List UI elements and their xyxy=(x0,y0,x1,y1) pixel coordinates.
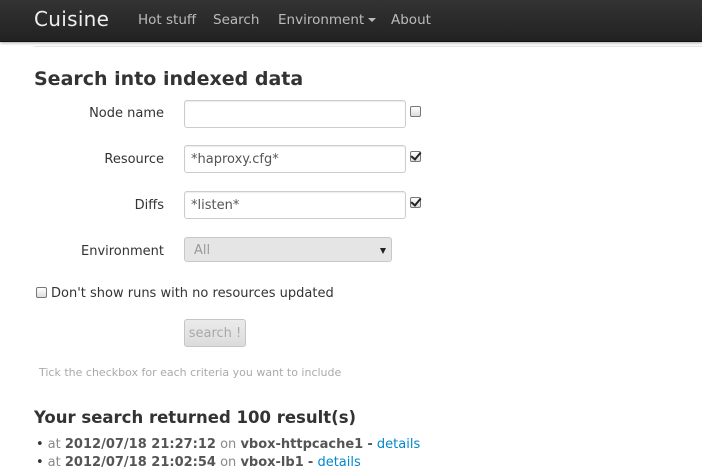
resource-checkbox[interactable] xyxy=(410,151,421,162)
diffs-label: Diffs xyxy=(134,198,164,213)
nav-environment-label: Environment xyxy=(278,12,365,28)
nav-about[interactable]: About xyxy=(391,12,431,28)
result-date: 2012/07/18 21:02:54 xyxy=(64,455,216,470)
list-item: • at 2012/07/18 21:27:12 on vbox-httpcach… xyxy=(34,436,420,454)
bullet-icon: • xyxy=(36,437,44,452)
nav-hot-stuff[interactable]: Hot stuff xyxy=(138,12,196,28)
no-resources-checkbox[interactable] xyxy=(36,287,47,298)
no-resources-label: Don't show runs with no resources update… xyxy=(51,286,334,301)
result-details-link[interactable]: details xyxy=(317,455,360,470)
bullet-icon: • xyxy=(36,455,44,470)
dropdown-arrow-icon xyxy=(380,248,386,254)
search-button[interactable]: search ! xyxy=(184,319,246,347)
result-separator: - xyxy=(307,455,314,470)
list-item: • at 2012/07/18 21:02:54 on vbox-lb1 - de… xyxy=(34,454,420,472)
help-text: Tick the checkbox for each criteria you … xyxy=(39,366,342,379)
node-name-input[interactable] xyxy=(184,100,406,128)
environment-label: Environment xyxy=(80,244,164,259)
nav-search[interactable]: Search xyxy=(213,12,259,28)
resource-label: Resource xyxy=(104,152,164,167)
results-list: • at 2012/07/18 21:27:12 on vbox-httpcach… xyxy=(34,436,420,472)
caret-down-icon xyxy=(368,18,377,22)
result-on: on xyxy=(220,455,237,470)
result-at: at xyxy=(47,437,61,452)
diffs-checkbox[interactable] xyxy=(410,197,421,208)
node-name-label: Node name xyxy=(89,106,164,121)
environment-select[interactable]: All xyxy=(184,237,392,262)
node-name-checkbox[interactable] xyxy=(410,106,421,117)
environment-selected-value: All xyxy=(194,243,211,258)
result-at: at xyxy=(47,455,61,470)
results-title: Your search returned 100 result(s) xyxy=(34,408,357,427)
page-title: Search into indexed data xyxy=(34,68,304,90)
result-details-link[interactable]: details xyxy=(377,437,420,452)
result-separator: - xyxy=(367,437,373,452)
header-divider xyxy=(34,46,702,47)
navbar: Cuisine Hot stuff Search Environment Abo… xyxy=(0,0,702,42)
resource-input[interactable] xyxy=(184,145,406,173)
result-node: vbox-httpcache1 xyxy=(240,437,364,452)
diffs-input[interactable] xyxy=(184,191,406,219)
brand-link[interactable]: Cuisine xyxy=(34,7,109,31)
nav-environment-dropdown[interactable]: Environment xyxy=(278,12,377,28)
result-on: on xyxy=(220,437,237,452)
result-node: vbox-lb1 xyxy=(240,455,304,470)
result-date: 2012/07/18 21:27:12 xyxy=(64,437,216,452)
